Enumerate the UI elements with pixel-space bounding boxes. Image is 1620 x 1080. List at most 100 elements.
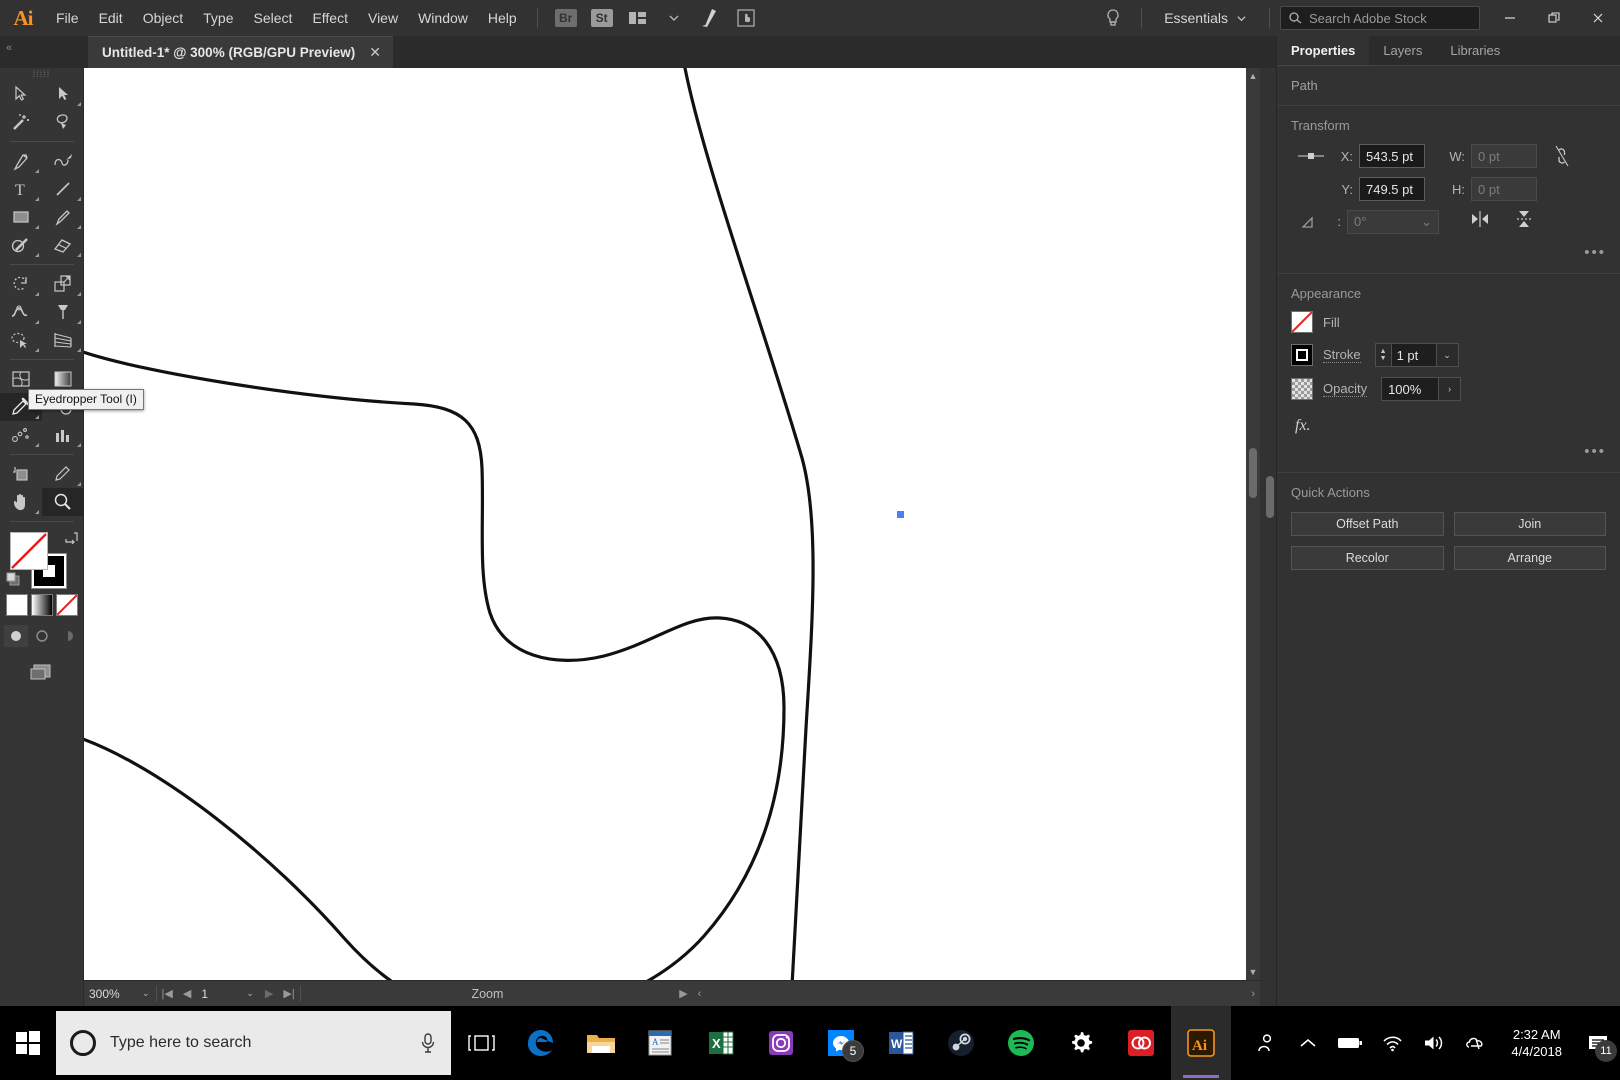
- bridge-button[interactable]: Br: [551, 0, 581, 36]
- last-artboard-button[interactable]: ▶|: [278, 987, 299, 1000]
- slice-tool[interactable]: [42, 460, 84, 488]
- illustrator-doc-icon[interactable]: [695, 0, 725, 36]
- flip-horizontal-icon[interactable]: [1469, 209, 1491, 234]
- lasso-tool[interactable]: [42, 108, 84, 136]
- shape-builder-tool[interactable]: [0, 326, 42, 354]
- tab-libraries[interactable]: Libraries: [1436, 36, 1514, 65]
- rotate-tool[interactable]: [0, 270, 42, 298]
- stroke-weight-input[interactable]: 1 pt: [1390, 343, 1437, 367]
- spotify-icon[interactable]: [991, 1006, 1051, 1080]
- none-swatch-button[interactable]: [56, 594, 78, 616]
- curvature-tool[interactable]: [42, 147, 84, 175]
- screen-mode-button[interactable]: [0, 661, 84, 683]
- news-app-icon[interactable]: A: [631, 1006, 691, 1080]
- join-button[interactable]: Join: [1453, 512, 1606, 536]
- status-play-button[interactable]: ▶: [674, 987, 692, 1000]
- canvas-area[interactable]: ▲ ▼: [84, 68, 1260, 1012]
- onedrive-icon[interactable]: [1455, 1006, 1497, 1080]
- stock-button[interactable]: St: [587, 0, 617, 36]
- file-explorer-icon[interactable]: [571, 1006, 631, 1080]
- next-artboard-button[interactable]: ▶: [260, 987, 278, 1000]
- panel-scrollbar[interactable]: [1265, 36, 1275, 1012]
- default-fill-stroke-icon[interactable]: [6, 572, 22, 593]
- tab-layers[interactable]: Layers: [1369, 36, 1436, 65]
- creative-cloud-icon[interactable]: [1111, 1006, 1171, 1080]
- panel-scroll-thumb[interactable]: [1266, 476, 1274, 518]
- stroke-weight-caret-icon[interactable]: ⌄: [1436, 343, 1459, 367]
- draw-inside-icon[interactable]: [56, 625, 80, 647]
- messenger-icon[interactable]: 5: [811, 1006, 871, 1080]
- direct-selection-tool[interactable]: [42, 80, 84, 108]
- volume-icon[interactable]: [1413, 1006, 1455, 1080]
- hand-tool[interactable]: [0, 488, 42, 516]
- microsoft-edge-icon[interactable]: [511, 1006, 571, 1080]
- fill-swatch[interactable]: [10, 532, 48, 570]
- recolor-button[interactable]: Recolor: [1291, 546, 1444, 570]
- taskbar-clock[interactable]: 2:32 AM 4/4/2018: [1497, 1026, 1576, 1060]
- artboard-number-input[interactable]: 1: [196, 984, 241, 1003]
- close-icon[interactable]: [1576, 0, 1620, 36]
- opacity-label[interactable]: Opacity: [1323, 381, 1368, 397]
- reference-point-selector[interactable]: [1291, 146, 1331, 166]
- artboard-caret-icon[interactable]: ⌄: [240, 988, 260, 999]
- offset-path-button[interactable]: Offset Path: [1291, 512, 1444, 536]
- microsoft-word-icon[interactable]: W: [871, 1006, 931, 1080]
- constrain-proportions-unlinked-icon[interactable]: [1545, 143, 1579, 169]
- cortana-circle-icon[interactable]: [70, 1030, 96, 1056]
- pen-tool[interactable]: [0, 147, 42, 175]
- arrange-button[interactable]: Arrange: [1453, 546, 1606, 570]
- appearance-more-options[interactable]: •••: [1291, 437, 1606, 470]
- arrange-documents-icon[interactable]: [623, 0, 653, 36]
- h-input[interactable]: 0 pt: [1471, 177, 1537, 201]
- fill-swatch-button[interactable]: [1291, 311, 1313, 333]
- column-graph-tool[interactable]: [42, 421, 84, 449]
- wifi-icon[interactable]: [1371, 1006, 1413, 1080]
- settings-gear-icon[interactable]: [1051, 1006, 1111, 1080]
- zoom-level-input[interactable]: 300%: [84, 984, 136, 1003]
- color-swatch-button[interactable]: [6, 594, 28, 616]
- battery-icon[interactable]: [1329, 1006, 1371, 1080]
- fx-button[interactable]: fx.: [1291, 411, 1606, 437]
- workspace-switcher[interactable]: Essentials: [1152, 0, 1259, 36]
- rectangle-tool[interactable]: [0, 203, 42, 231]
- windows-start-icon[interactable]: [0, 1006, 56, 1080]
- tab-properties[interactable]: Properties: [1277, 36, 1370, 65]
- paintbrush-tool[interactable]: [42, 203, 84, 231]
- people-icon[interactable]: [1245, 1006, 1287, 1080]
- y-input[interactable]: 749.5 pt: [1359, 177, 1425, 201]
- status-right-arrow[interactable]: ›: [1246, 988, 1260, 1000]
- swap-fill-stroke-icon[interactable]: [64, 530, 78, 547]
- menu-type[interactable]: Type: [193, 0, 243, 36]
- zoom-level-caret-icon[interactable]: ⌄: [136, 988, 156, 999]
- type-tool[interactable]: T: [0, 175, 42, 203]
- menu-help[interactable]: Help: [478, 0, 527, 36]
- gradient-swatch-button[interactable]: [31, 594, 53, 616]
- chevron-down-icon[interactable]: [659, 0, 689, 36]
- status-label[interactable]: Zoom: [301, 987, 675, 1001]
- lightbulb-icon[interactable]: [1098, 0, 1128, 36]
- zoom-tool[interactable]: [42, 488, 84, 516]
- show-hidden-icons-icon[interactable]: [1287, 1006, 1329, 1080]
- scale-tool[interactable]: [42, 270, 84, 298]
- canvas-vertical-scrollbar[interactable]: ▲ ▼: [1246, 68, 1260, 980]
- task-view-icon[interactable]: [451, 1006, 511, 1080]
- taskbar-search-input[interactable]: Type here to search: [56, 1011, 451, 1075]
- first-artboard-button[interactable]: |◀: [157, 987, 178, 1000]
- menu-effect[interactable]: Effect: [302, 0, 358, 36]
- document-tab[interactable]: Untitled-1* @ 300% (RGB/GPU Preview) ✕: [88, 36, 393, 68]
- restore-icon[interactable]: [1532, 0, 1576, 36]
- stroke-swatch-button[interactable]: [1291, 344, 1313, 366]
- artboard-tool[interactable]: [0, 460, 42, 488]
- angle-input[interactable]: 0° ⌄: [1347, 209, 1439, 234]
- stroke-weight-stepper[interactable]: ▲ ▼: [1374, 343, 1391, 367]
- document-tab-close-icon[interactable]: ✕: [369, 44, 381, 61]
- opacity-expand-icon[interactable]: ›: [1439, 377, 1462, 401]
- x-input[interactable]: 543.5 pt: [1359, 144, 1425, 168]
- perspective-grid-tool[interactable]: [42, 326, 84, 354]
- microsoft-excel-icon[interactable]: X: [691, 1006, 751, 1080]
- eraser-tool[interactable]: [42, 231, 84, 259]
- stroke-label[interactable]: Stroke: [1323, 347, 1361, 363]
- menu-window[interactable]: Window: [408, 0, 478, 36]
- width-tool[interactable]: [0, 298, 42, 326]
- search-adobe-stock-input[interactable]: Search Adobe Stock: [1280, 6, 1480, 30]
